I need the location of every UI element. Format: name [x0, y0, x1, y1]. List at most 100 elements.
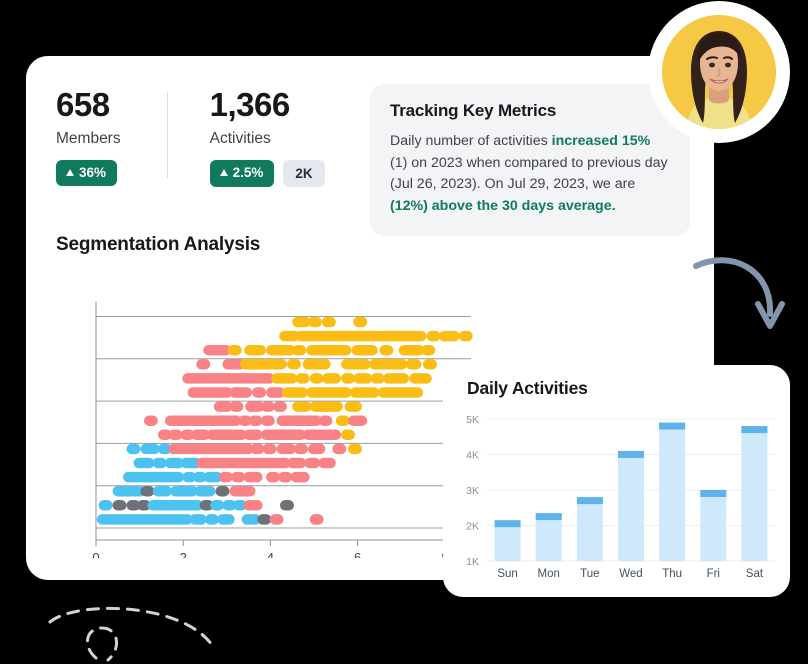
data-point-run[interactable]: [243, 500, 263, 511]
data-point-run[interactable]: [140, 443, 160, 455]
segmentation-chart[interactable]: 02468: [56, 268, 476, 558]
data-point-run[interactable]: [302, 359, 331, 370]
data-point-run[interactable]: [168, 443, 254, 455]
data-point-run[interactable]: [458, 330, 473, 342]
data-point-run[interactable]: [426, 330, 441, 342]
data-point-run[interactable]: [123, 471, 185, 483]
daily-activities-chart[interactable]: 5K 4K 3K 2K 1K Sun Mon Tue Wed Thu Fri Sat: [451, 409, 783, 592]
bar[interactable]: [659, 422, 686, 561]
data-point-run[interactable]: [302, 429, 342, 441]
data-point-run[interactable]: [379, 344, 394, 356]
data-point-run[interactable]: [196, 457, 291, 469]
data-point-run[interactable]: [168, 429, 183, 441]
data-point-run[interactable]: [348, 443, 363, 455]
data-point-run[interactable]: [309, 401, 343, 412]
data-point-run[interactable]: [370, 373, 385, 384]
data-point-run[interactable]: [368, 359, 408, 370]
data-point-run[interactable]: [206, 429, 247, 441]
data-point-run[interactable]: [231, 471, 246, 483]
data-point-run[interactable]: [262, 443, 277, 455]
data-point-run[interactable]: [250, 443, 265, 455]
data-point-run[interactable]: [239, 359, 288, 370]
data-point-run[interactable]: [405, 359, 422, 370]
data-point-run[interactable]: [257, 514, 272, 525]
data-point-run[interactable]: [96, 514, 193, 525]
data-point-run[interactable]: [278, 471, 293, 483]
data-point-run[interactable]: [309, 373, 324, 384]
data-point-run[interactable]: [248, 415, 263, 426]
data-point-run[interactable]: [126, 443, 141, 455]
data-point-run[interactable]: [273, 401, 288, 412]
data-point-run[interactable]: [143, 415, 158, 426]
data-point-run[interactable]: [243, 429, 263, 441]
data-point-run[interactable]: [292, 316, 311, 328]
data-point-run[interactable]: [210, 500, 225, 511]
data-point-run[interactable]: [286, 457, 307, 469]
data-point-run[interactable]: [204, 514, 219, 525]
data-point-run[interactable]: [341, 373, 356, 384]
data-point-run[interactable]: [260, 401, 275, 412]
data-point-run[interactable]: [182, 373, 275, 384]
data-point-run[interactable]: [306, 387, 352, 398]
data-point-run[interactable]: [196, 359, 211, 370]
data-point-run[interactable]: [276, 443, 296, 455]
bar[interactable]: [576, 497, 603, 561]
data-point-run[interactable]: [307, 443, 326, 455]
data-point-run[interactable]: [147, 500, 204, 511]
data-point-run[interactable]: [341, 429, 356, 441]
data-point-run[interactable]: [218, 471, 233, 483]
data-point-run[interactable]: [260, 429, 307, 441]
data-point-run[interactable]: [307, 316, 322, 328]
data-point-run[interactable]: [276, 415, 322, 426]
data-point-run[interactable]: [260, 415, 275, 426]
data-point-run[interactable]: [309, 514, 324, 525]
data-point-run[interactable]: [321, 373, 342, 384]
bar[interactable]: [618, 450, 644, 561]
data-point-run[interactable]: [229, 401, 244, 412]
data-point-run[interactable]: [295, 330, 384, 342]
data-point-run[interactable]: [279, 500, 294, 511]
data-point-run[interactable]: [152, 457, 167, 469]
data-point-run[interactable]: [377, 387, 424, 398]
data-point-run[interactable]: [344, 401, 363, 412]
data-point-run[interactable]: [227, 344, 242, 356]
data-point-run[interactable]: [353, 373, 373, 384]
data-point-run[interactable]: [244, 344, 267, 356]
data-point-run[interactable]: [382, 373, 410, 384]
data-point-run[interactable]: [170, 485, 199, 497]
data-point-run[interactable]: [348, 415, 368, 426]
data-point-run[interactable]: [140, 485, 155, 497]
data-point-run[interactable]: [335, 415, 350, 426]
data-point-run[interactable]: [341, 359, 371, 370]
data-point-run[interactable]: [306, 344, 352, 356]
data-point-run[interactable]: [421, 344, 436, 356]
data-point-run[interactable]: [229, 485, 256, 497]
data-point-run[interactable]: [349, 387, 380, 398]
data-point-run[interactable]: [321, 316, 336, 328]
activities-change-badge[interactable]: 2.5%: [209, 160, 275, 187]
data-point-run[interactable]: [423, 359, 438, 370]
data-point-run[interactable]: [292, 344, 307, 356]
data-point-run[interactable]: [187, 387, 233, 398]
members-change-badge[interactable]: 36%: [56, 159, 118, 186]
data-point-run[interactable]: [164, 415, 242, 426]
data-point-run[interactable]: [266, 471, 281, 483]
data-point-run[interactable]: [98, 500, 113, 511]
data-point-run[interactable]: [266, 344, 296, 356]
data-point-run[interactable]: [269, 514, 284, 525]
data-point-run[interactable]: [376, 330, 427, 342]
data-point-run[interactable]: [318, 415, 333, 426]
data-point-run[interactable]: [194, 485, 216, 497]
data-point-run[interactable]: [271, 373, 298, 384]
data-point-run[interactable]: [229, 387, 253, 398]
data-point-run[interactable]: [243, 471, 263, 483]
data-point-run[interactable]: [409, 373, 432, 384]
data-point-run[interactable]: [112, 500, 127, 511]
activities-count-pill[interactable]: 2K: [283, 159, 325, 187]
data-point-run[interactable]: [286, 359, 301, 370]
data-point-run[interactable]: [351, 344, 378, 356]
data-point-run[interactable]: [152, 485, 172, 497]
bar[interactable]: [741, 426, 768, 561]
data-point-run[interactable]: [295, 373, 310, 384]
data-point-run[interactable]: [318, 457, 336, 469]
